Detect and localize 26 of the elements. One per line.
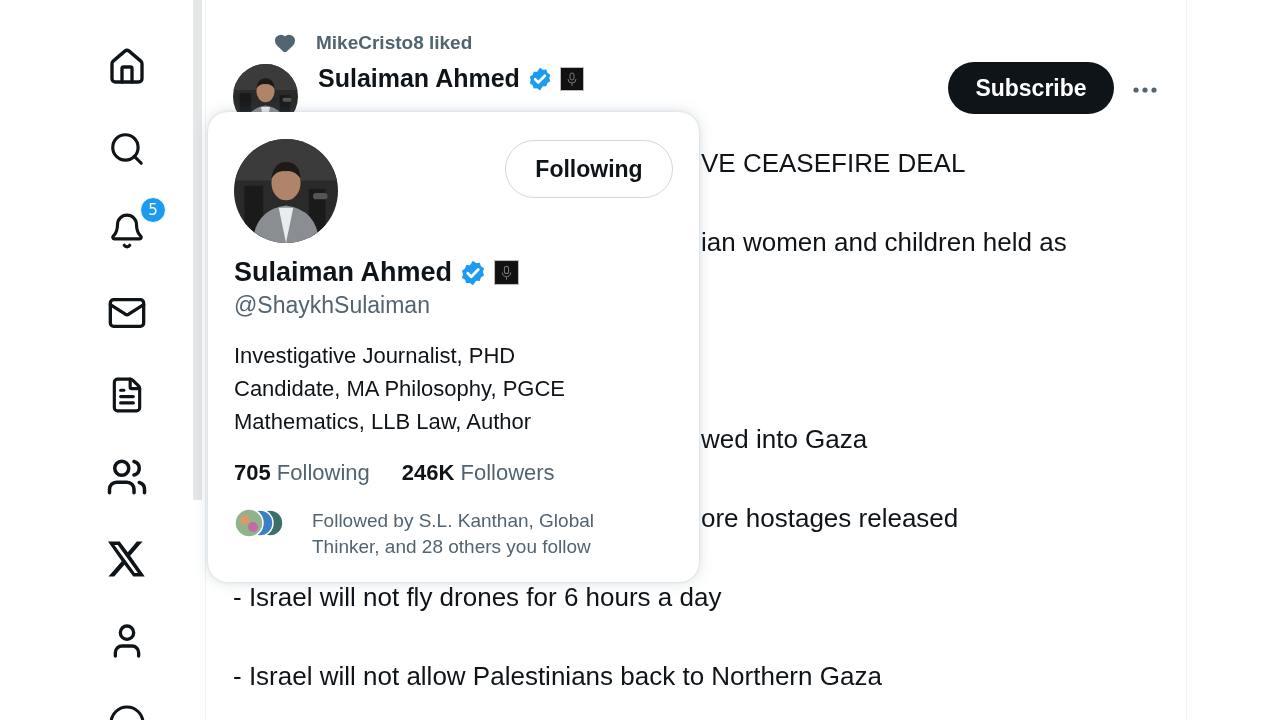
x-logo-icon[interactable] — [108, 541, 146, 577]
followed-by-text: Followed by S.L. Kanthan, Global Thinker, and 28 others you follow — [312, 509, 595, 559]
profile-handle[interactable]: @ShaykhSulaiman — [234, 292, 673, 319]
tweet-text-line: - Israel will not fly drones for 6 hours a day — [233, 582, 722, 612]
following-button[interactable]: Following — [505, 140, 673, 198]
scrollbar[interactable] — [193, 0, 202, 500]
author-name[interactable]: Sulaiman Ahmed — [318, 64, 520, 93]
tweet-text-line: wed into Gaza — [701, 424, 868, 454]
tweet-text-line: ore hostages released — [701, 503, 959, 533]
tweet-text-line: - Israel will not allow Palestinians back to Northern Gaza — [233, 661, 882, 691]
profile-name[interactable]: Sulaiman Ahmed — [234, 257, 453, 288]
home-icon[interactable] — [107, 47, 147, 87]
bell-icon[interactable] — [108, 212, 146, 250]
follow-stat-link[interactable]: 705 Following — [234, 460, 370, 486]
tweet-text-line: ian women and children held as — [701, 227, 1067, 257]
profile-bio: Investigative Journalist, PHD Candidate, MA Philosophy, PGCE Mathematics, LLB Law, Author — [234, 342, 566, 436]
affiliate-badge-icon — [559, 66, 584, 91]
affiliate-badge-icon — [494, 260, 520, 285]
more-options-icon[interactable] — [1132, 86, 1158, 94]
liked-by-text: MikeCristo8 liked — [316, 32, 473, 54]
notification-count: 5 — [140, 197, 166, 223]
heart-icon — [274, 32, 296, 54]
subscribe-button[interactable]: Subscribe — [948, 62, 1114, 114]
follow-stat-link[interactable]: 246K Followers — [401, 460, 555, 486]
tweet-text-line: VE CEASEFIRE DEAL — [701, 148, 966, 178]
search-icon[interactable] — [108, 130, 146, 168]
